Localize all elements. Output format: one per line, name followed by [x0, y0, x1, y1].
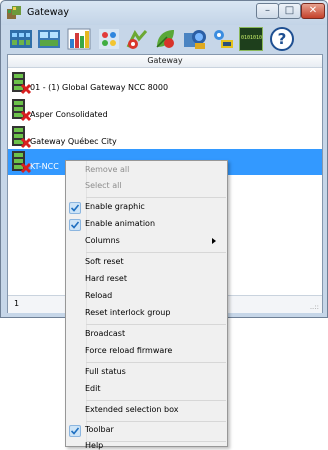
menu-item-label: Extended selection box [85, 405, 179, 414]
leaf-config-icon[interactable] [153, 27, 177, 51]
menu-item-columns[interactable]: Columns [66, 234, 227, 250]
menu-item-label: Help [85, 441, 104, 450]
gateway-label: Asper Consolidated [30, 110, 108, 119]
reset-tool-icon[interactable] [125, 27, 149, 51]
gateway-error-icon [12, 99, 32, 122]
menu-item-label: Remove all [85, 165, 130, 174]
gateway-label: KT-NCC [30, 162, 59, 171]
menu-separator [86, 252, 226, 253]
help-icon[interactable]: ? [270, 27, 294, 51]
menu-item-soft-reset[interactable]: Soft reset [66, 255, 227, 271]
menu-item-reload[interactable]: Reload [66, 289, 227, 305]
menu-item-broadcast[interactable]: Broadcast [66, 327, 227, 343]
menu-item-label: Hard reset [85, 274, 127, 283]
gateway-error-icon [12, 151, 32, 174]
gateway-label: Gateway Québec City [30, 137, 117, 146]
menu-item-remove-all[interactable]: Remove all [66, 163, 227, 179]
gateway-app-icon [7, 6, 21, 19]
list-item[interactable]: Asper Consolidated [8, 97, 322, 123]
menu-item-enable-animation[interactable]: Enable animation [66, 217, 227, 233]
menu-item-label: Enable animation [85, 219, 156, 228]
menu-item-reset-interlock-group[interactable]: Reset interlock group [66, 306, 227, 322]
menu-item-full-status[interactable]: Full status [66, 365, 227, 381]
menu-separator [86, 324, 226, 325]
menu-item-label: Columns [85, 236, 120, 245]
menu-item-label: Full status [85, 367, 126, 376]
menu-item-label: Force reload firmware [85, 346, 173, 355]
help-icon-symbol: ? [277, 30, 287, 48]
gateway-monitor-icon[interactable] [37, 27, 61, 51]
menu-separator [86, 362, 226, 363]
toolbar: 0101010 ? [7, 26, 323, 52]
network-overview-icon[interactable] [9, 27, 33, 51]
menu-separator [86, 197, 226, 198]
menu-item-label: Reload [85, 291, 113, 300]
title-bar[interactable]: Gateway – □ ✕ [1, 1, 327, 25]
menu-item-label: Select all [85, 181, 122, 190]
minimize-button[interactable]: – [256, 3, 279, 19]
list-item[interactable]: 01 - (1) Global Gateway NCC 8000 [8, 70, 322, 96]
connection-icon[interactable] [211, 27, 235, 51]
context-menu: Remove all Select all Enable graphic Ena… [65, 160, 228, 450]
gateway-error-icon [12, 126, 32, 149]
checkmark-icon [69, 202, 81, 214]
binary-display-icon[interactable]: 0101010 [239, 27, 263, 51]
menu-separator [86, 400, 226, 401]
menu-item-extended-selection-box[interactable]: Extended selection box [66, 403, 227, 419]
maximize-button[interactable]: □ [278, 3, 301, 19]
menu-separator [86, 421, 226, 422]
checkmark-icon [69, 219, 81, 231]
menu-item-label: Enable graphic [85, 202, 145, 211]
checkmark-icon [69, 425, 81, 437]
menu-item-label: Toolbar [85, 425, 114, 434]
close-button[interactable]: ✕ [301, 3, 325, 19]
window-title: Gateway [27, 7, 69, 18]
bar-graph-icon[interactable] [67, 27, 91, 51]
item-count: 1 [14, 299, 20, 308]
gateway-error-icon [12, 72, 32, 95]
column-header-gateway[interactable]: Gateway [8, 55, 322, 68]
resize-grip[interactable]: ..:: [310, 303, 319, 311]
list-item[interactable]: Gateway Québec City [8, 124, 322, 150]
menu-item-edit[interactable]: Edit [66, 382, 227, 398]
menu-item-help[interactable]: Help [66, 441, 227, 450]
gateway-label: 01 - (1) Global Gateway NCC 8000 [30, 83, 169, 92]
palette-icon[interactable] [97, 27, 121, 51]
menu-item-label: Soft reset [85, 257, 124, 266]
network-shield-icon[interactable] [183, 27, 207, 51]
menu-item-label: Broadcast [85, 329, 126, 338]
submenu-arrow-icon [212, 238, 216, 244]
menu-item-toolbar[interactable]: Toolbar [66, 423, 227, 439]
menu-item-enable-graphic[interactable]: Enable graphic [66, 200, 227, 216]
menu-item-force-reload-firmware[interactable]: Force reload firmware [66, 344, 227, 360]
menu-item-label: Edit [85, 384, 101, 393]
menu-item-hard-reset[interactable]: Hard reset [66, 272, 227, 288]
menu-item-select-all[interactable]: Select all [66, 179, 227, 195]
menu-item-label: Reset interlock group [85, 308, 171, 317]
binary-display-text: 0101010 [241, 35, 263, 41]
